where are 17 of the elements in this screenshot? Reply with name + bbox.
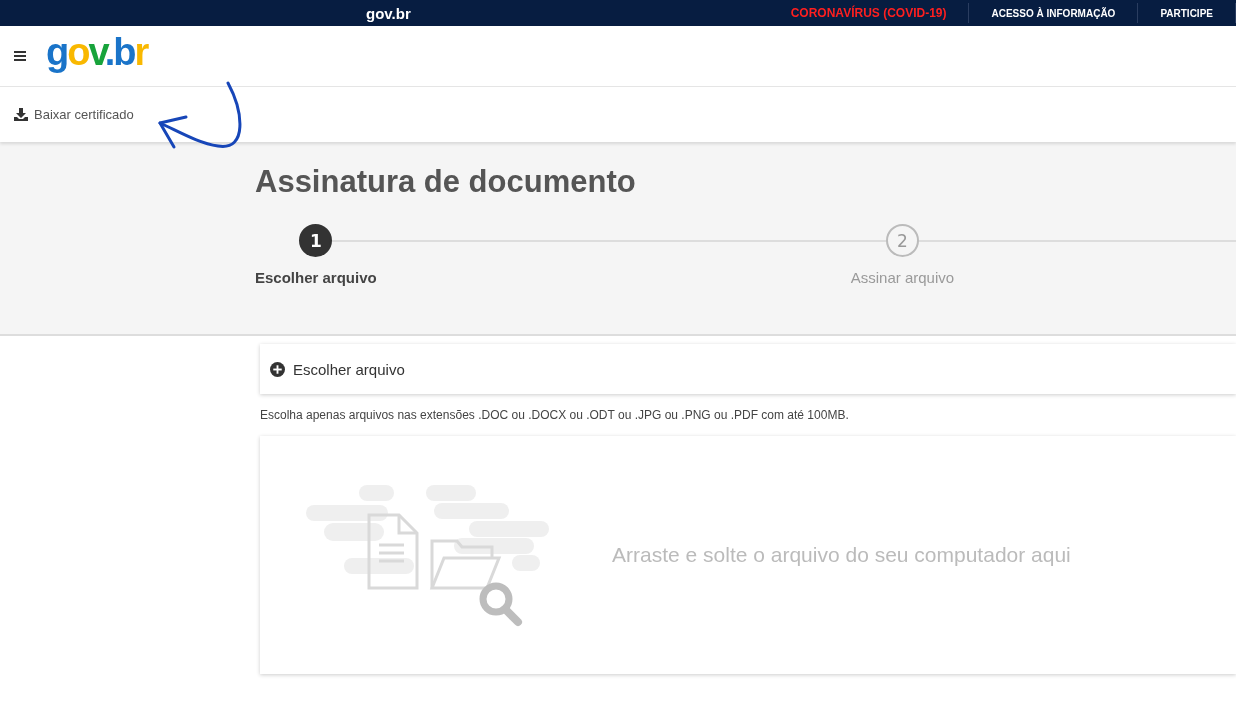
top-link[interactable]: CORONAVÍRUS (COVID-19): [768, 6, 969, 20]
top-link[interactable]: PARTICIPE: [1138, 7, 1235, 19]
page-title: Assinatura de documento: [255, 163, 637, 200]
hint-text: Escolha apenas arquivos nas extensões .DOC ou .DOCX ou .ODT ou .JPG ou .PNG ou .PDF com até 100MB.: [260, 408, 850, 422]
step-label: Assinar arquivo: [850, 269, 955, 286]
step-label: Escolher arquivo: [255, 269, 377, 286]
top-link[interactable]: ACESSO À INFORMAÇÃO: [969, 7, 1138, 19]
step-number: 1: [299, 224, 333, 257]
choose-file-button[interactable]: Escolher arquivo: [260, 344, 1236, 394]
menu-icon[interactable]: [14, 51, 26, 61]
plus-circle-icon: [270, 361, 285, 377]
download-icon: [14, 108, 28, 121]
download-link[interactable]: Baixar certificado: [14, 107, 134, 122]
dropzone-text: Arraste e solte o arquivo do seu computador aqui: [612, 543, 1071, 567]
site-logo[interactable]: gov.br: [366, 4, 411, 22]
govbr-logo[interactable]: gov.br: [46, 30, 148, 74]
step-number: 2: [885, 224, 919, 257]
